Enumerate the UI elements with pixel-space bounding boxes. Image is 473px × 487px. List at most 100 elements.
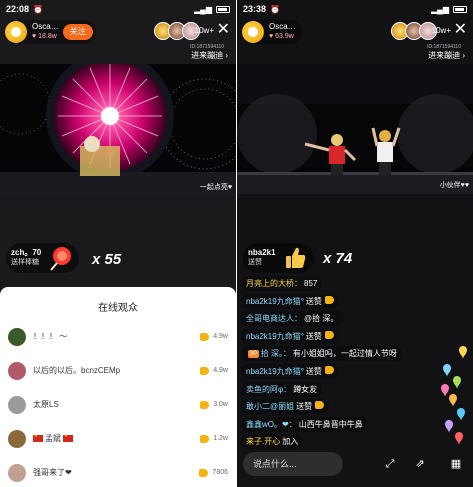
audience-avatar[interactable]: [8, 361, 26, 380]
chat-message[interactable]: 全哥电商达人： @拾 深。: [241, 311, 344, 327]
signal-icon: ▂▄▆: [194, 4, 212, 14]
live-video[interactable]: 一起点亮♥: [0, 64, 236, 196]
thumbs-up-icon: [200, 366, 210, 375]
chat-message[interactable]: 敢小二@丽姐 送赞: [241, 399, 330, 415]
audience-name: 强哥来了❤: [33, 468, 72, 477]
comment-input[interactable]: 说点什么...: [243, 452, 343, 476]
chat-user[interactable]: 敢小二@丽姐: [246, 402, 294, 411]
thumbs-up-icon: [324, 330, 334, 339]
chat-text: 加入: [282, 437, 299, 447]
host-info[interactable]: Osca… ♥ 18.8w 关注: [4, 20, 96, 44]
chat-user[interactable]: 全哥电商达人：: [246, 314, 302, 323]
audience-avatar[interactable]: [8, 327, 26, 346]
flag-icon: [33, 433, 43, 443]
chat-message[interactable]: 卖鱼的阿φ： 蹲女友: [241, 381, 323, 397]
audience-contribution: 7806: [212, 469, 228, 476]
share-icon[interactable]: ⇗: [413, 457, 427, 471]
audience-name: 以后的以后。bcnzCEMp: [33, 366, 121, 375]
online-audience-sheet: 在线观众 ！！！ 〜 4.9w 以后的以后。bcnzCEMp 4.9w 太原LS 3.0w…: [0, 287, 236, 487]
chat-message[interactable]: nba2k19九命猫° 送赞: [241, 293, 339, 309]
chat-text: 857: [304, 279, 318, 288]
host-likes: ♥ 63.9w: [269, 33, 294, 40]
chat-user[interactable]: 卖鱼的阿φ：: [246, 385, 291, 394]
chat-user[interactable]: 来子.开心: [246, 437, 280, 446]
thumbs-up-icon: [324, 366, 334, 374]
audience-name: 孟斌: [33, 433, 200, 444]
chat-message[interactable]: 鑫鑫wO。❤： 山西牛鼻晋中牛鼻: [241, 416, 368, 432]
fullscreen-icon[interactable]: ⤢: [383, 457, 397, 471]
gift-banner: nba2k1 送赞: [243, 243, 314, 273]
gift-sender: zch。70: [11, 248, 42, 257]
chat-text: 有小姐姐吗，一起过情人节呀: [292, 349, 397, 359]
clock: 22:08: [6, 4, 30, 14]
level-badge: 90: [248, 350, 259, 359]
host-likes: ♥ 18.8w: [32, 33, 57, 40]
chat-message[interactable]: nba2k19九命猫° 送赞: [241, 364, 339, 379]
alarm-icon: ⏰: [270, 4, 280, 14]
chat-user[interactable]: nba2k19九命猫°: [246, 297, 304, 306]
gift-combo: x 74: [323, 250, 353, 267]
stage-visual: [0, 64, 236, 196]
status-bar: 23:38 ⏰ ▂▄▆: [237, 0, 473, 18]
gift-combo: x 55: [92, 251, 122, 268]
chat-user[interactable]: 拾 深。：: [261, 349, 291, 358]
chat-user[interactable]: 鑫鑫wO。❤：: [246, 420, 297, 429]
audience-contribution: 4.9w: [213, 333, 228, 340]
gift-action: 送样棒糖: [11, 259, 39, 266]
chat-text: 送赞: [305, 296, 322, 306]
audience-name: ！！！ 〜: [33, 332, 68, 341]
enter-room-link[interactable]: 进来蹦迪 ›: [191, 50, 228, 61]
flag-icon: [63, 433, 73, 443]
thumbs-up-icon: [315, 401, 325, 410]
host-avatar[interactable]: [5, 21, 27, 43]
left-live-room: 22:08 ⏰ ▂▄▆ Osca… ♥ 18.8w 关注 10w+ ✕ ID:1…: [0, 0, 236, 487]
chat-message[interactable]: nba2k19九命猫° 送赞: [241, 328, 339, 344]
lollipop-icon: [50, 247, 72, 271]
live-video[interactable]: 小伙伴♥♥: [237, 64, 473, 194]
audience-row[interactable]: 孟斌 1.2w: [0, 421, 236, 456]
chat-user[interactable]: nba2k19九命猫°: [246, 332, 304, 341]
gift-sender: nba2k1: [248, 248, 276, 257]
stage-visual: [237, 64, 473, 194]
follow-button[interactable]: 关注: [62, 24, 93, 40]
chat-user[interactable]: 月亮上的大桥：: [246, 279, 302, 288]
chat-message[interactable]: 90 拾 深。： 有小姐姐吗，一起过情人节呀: [241, 346, 402, 362]
chat-text: 送赞: [305, 367, 322, 376]
gift-box-icon[interactable]: ▦: [449, 457, 463, 471]
battery-icon: [453, 5, 467, 13]
chat-user[interactable]: nba2k19九命猫°: [246, 367, 304, 376]
audience-row[interactable]: 以后的以后。bcnzCEMp 4.9w: [0, 353, 236, 388]
system-icons: ▂▄▆: [194, 5, 230, 14]
chat-message[interactable]: 来子.开心 加入: [241, 434, 304, 450]
audience-avatar[interactable]: [8, 463, 26, 482]
audience-row[interactable]: 太原LS 3.0w: [0, 387, 236, 422]
audience-contribution: 3.0w: [213, 401, 228, 408]
viewer-count[interactable]: 10w+: [195, 26, 214, 35]
floating-hearts: [441, 346, 467, 445]
close-icon[interactable]: ✕: [217, 20, 230, 40]
audience-avatar[interactable]: [8, 395, 26, 414]
signal-icon: ▂▄▆: [431, 4, 449, 14]
chat-message[interactable]: 月亮上的大桥： 857: [241, 276, 323, 291]
chat-text: 蹲女友: [293, 384, 318, 394]
host-info[interactable]: Osca… ♥ 63.9w: [241, 20, 303, 44]
clock: 23:38: [243, 4, 267, 14]
gift-action: 送赞: [248, 259, 262, 266]
close-icon[interactable]: ✕: [454, 20, 467, 40]
thumbs-up-icon: [324, 295, 334, 304]
audience-row[interactable]: 强哥来了❤ 7806: [0, 455, 236, 487]
audience-contribution: 4.9w: [213, 367, 228, 374]
video-caption: 一起点亮♥: [199, 184, 232, 191]
enter-room-link[interactable]: 进来蹦迪 ›: [428, 50, 465, 61]
viewer-count[interactable]: 10w+: [432, 26, 451, 35]
host-name: Osca…: [32, 22, 59, 31]
audience-name: 太原LS: [33, 400, 59, 409]
alarm-icon: ⏰: [33, 4, 43, 14]
chat-text: 送赞: [305, 331, 322, 341]
chat-text: @拾 深。: [304, 314, 339, 324]
audience-row[interactable]: ！！！ 〜 4.9w: [0, 319, 236, 354]
audience-avatar[interactable]: [8, 429, 26, 448]
system-icons: ▂▄▆: [431, 5, 467, 14]
thumbs-up-icon: [200, 400, 210, 409]
host-avatar[interactable]: [242, 21, 264, 43]
